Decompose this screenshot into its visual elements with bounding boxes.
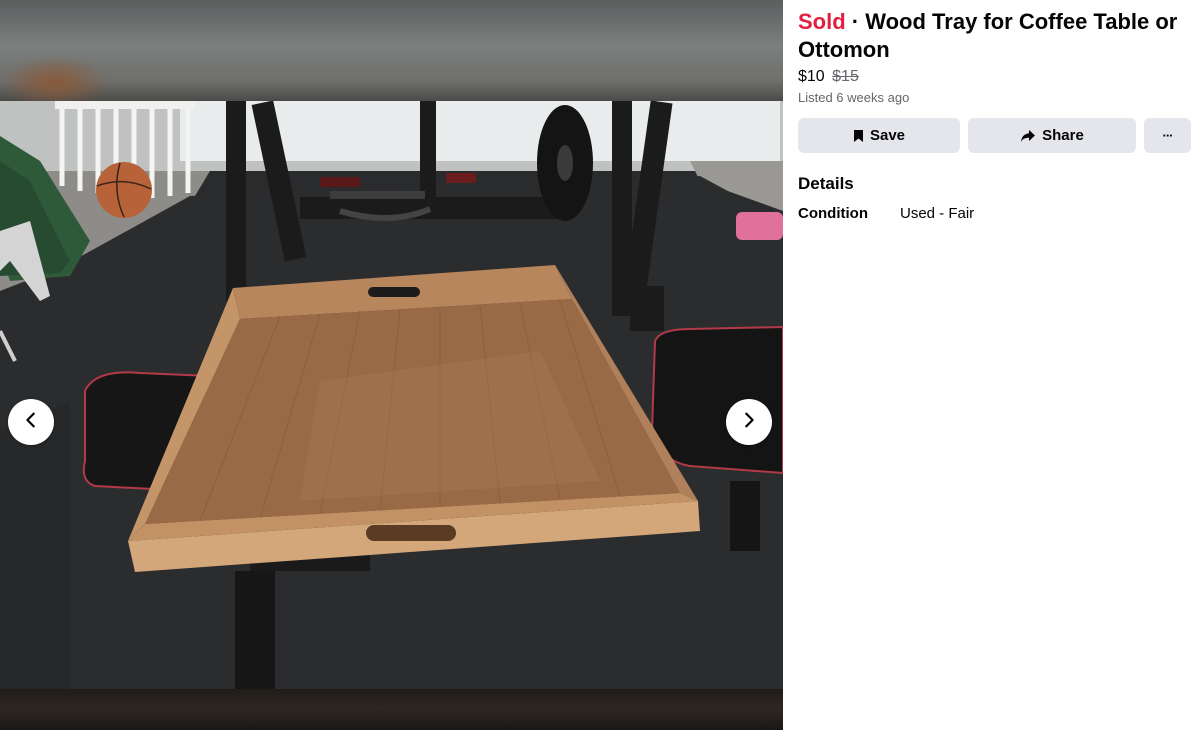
next-photo-button[interactable] bbox=[726, 399, 772, 445]
chevron-right-icon bbox=[740, 411, 758, 434]
sold-status: Sold bbox=[798, 9, 846, 34]
condition-label: Condition bbox=[798, 205, 868, 222]
more-horizontal-icon: ··· bbox=[1162, 128, 1174, 143]
condition-row: Condition Used - Fair bbox=[798, 204, 1200, 224]
details-heading: Details bbox=[798, 174, 854, 193]
listing-details-panel: Sold · Wood Tray for Coffee Table or Ott… bbox=[783, 0, 1200, 730]
save-button-label: Save bbox=[869, 127, 906, 144]
bookmark-icon bbox=[853, 129, 864, 143]
media-viewer bbox=[0, 0, 783, 730]
action-bar: Save Share ··· bbox=[798, 118, 1200, 153]
more-options-button[interactable]: ··· bbox=[1144, 118, 1191, 153]
current-price: $10 bbox=[798, 68, 825, 85]
share-arrow-icon bbox=[1020, 129, 1036, 143]
save-button[interactable]: Save bbox=[798, 118, 960, 153]
price-row: $10 $15 bbox=[798, 67, 1200, 87]
previous-photo-button[interactable] bbox=[8, 399, 54, 445]
original-price: $15 bbox=[832, 68, 859, 85]
share-button-label: Share bbox=[1042, 127, 1084, 144]
blurred-backdrop-bottom bbox=[0, 689, 783, 730]
title-separator: · bbox=[851, 9, 860, 34]
listed-time: Listed 6 weeks ago bbox=[798, 90, 910, 105]
share-button[interactable]: Share bbox=[968, 118, 1136, 153]
blurred-backdrop-top bbox=[0, 0, 783, 101]
condition-value: Used - Fair bbox=[900, 205, 975, 222]
chevron-left-icon bbox=[22, 411, 40, 434]
listing-title: Sold · Wood Tray for Coffee Table or Ott… bbox=[798, 8, 1193, 64]
listing-photo bbox=[0, 101, 783, 689]
